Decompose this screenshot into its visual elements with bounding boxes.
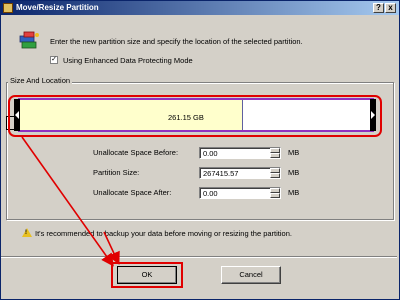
partition-bar-highlight (8, 95, 382, 137)
spin-down-icon[interactable] (270, 153, 280, 158)
window-title: Move/Resize Partition (16, 3, 99, 12)
partition-size-spinner[interactable] (270, 168, 280, 178)
backup-tip: It's recommended to backup your data bef… (35, 229, 292, 238)
unallocated-after-input[interactable]: 0.00 (199, 187, 281, 199)
unallocated-before-spinner[interactable] (270, 148, 280, 158)
footer-separator (1, 256, 397, 258)
unallocated-before-value: 0.00 (203, 149, 218, 158)
partition-size-field-label: Partition Size: (93, 168, 140, 177)
unallocated-before-input[interactable]: 0.00 (199, 147, 281, 159)
partition-size-unit: MB (288, 168, 300, 177)
spin-down-icon[interactable] (270, 173, 280, 178)
cancel-button[interactable]: Cancel (221, 266, 281, 284)
warning-icon (22, 228, 32, 237)
instruction-text: Enter the new partition size and specify… (50, 37, 303, 46)
warning-mark-icon: ! (25, 230, 27, 236)
unallocated-after-value: 0.00 (203, 189, 218, 198)
group-title: Size And Location (8, 76, 73, 85)
app-icon (3, 3, 13, 13)
ok-button-highlight (111, 262, 183, 288)
partition-size-value: 267415.57 (203, 169, 239, 178)
unallocated-after-label: Unallocate Space After: (93, 188, 172, 197)
unallocated-after-spinner[interactable] (270, 188, 280, 198)
title-bar[interactable]: Move/Resize Partition ? x (1, 1, 399, 15)
spin-down-icon[interactable] (270, 193, 280, 198)
partition-size-input[interactable]: 267415.57 (199, 167, 281, 179)
partition-tool-icon (19, 31, 39, 49)
unallocated-before-label: Unallocate Space Before: (93, 148, 179, 157)
help-button[interactable]: ? (373, 3, 384, 13)
close-button[interactable]: x (385, 3, 396, 13)
enhanced-protect-label: Using Enhanced Data Protecting Mode (63, 56, 193, 65)
unallocated-before-unit: MB (288, 148, 300, 157)
enhanced-protect-checkbox[interactable]: ✓ (50, 56, 58, 64)
unallocated-after-unit: MB (288, 188, 300, 197)
